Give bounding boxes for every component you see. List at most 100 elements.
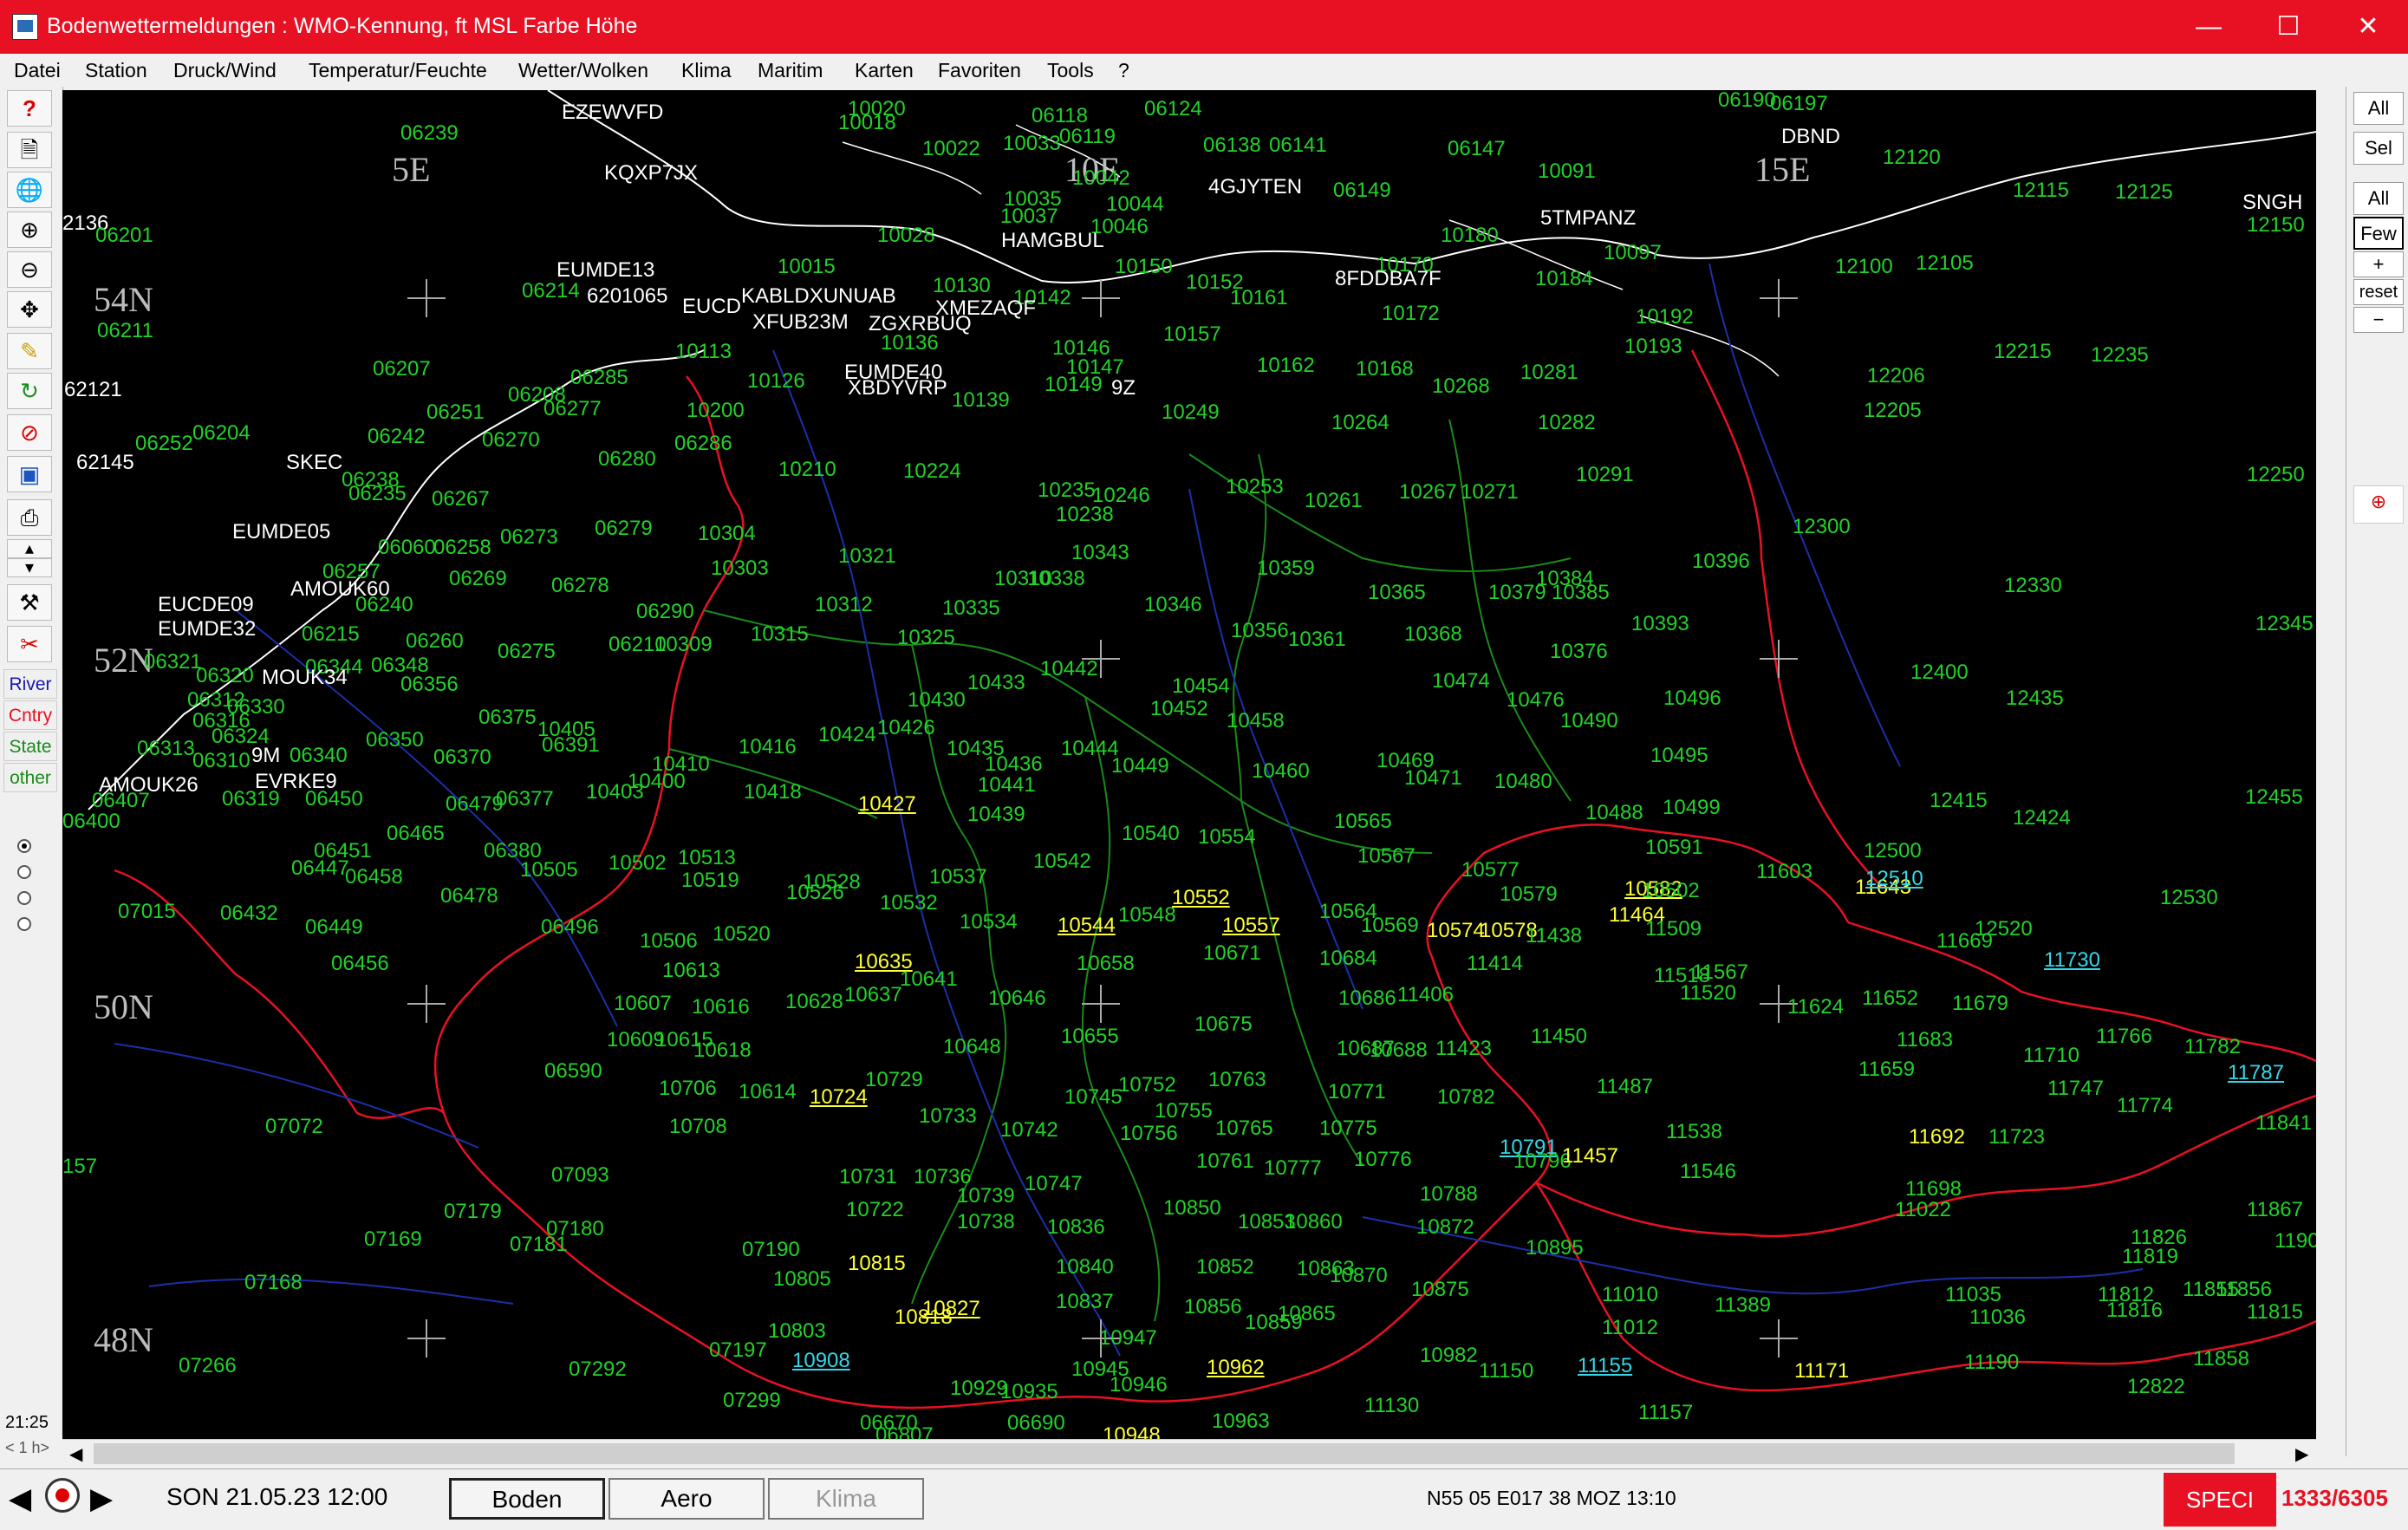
station-label[interactable]: 10471 — [1404, 768, 1462, 789]
station-label[interactable]: 10496 — [1663, 688, 1721, 709]
station-label[interactable]: 11710 — [2023, 1045, 2079, 1066]
tab-klima[interactable]: Klima — [768, 1478, 924, 1520]
next-time-icon[interactable]: ▶ — [90, 1481, 113, 1516]
station-label[interactable]: 10557 — [1222, 915, 1280, 936]
station-label[interactable]: 9Z — [1111, 378, 1136, 399]
station-label[interactable]: XBDYVRP — [848, 378, 947, 399]
radio-option-1[interactable] — [17, 839, 31, 853]
station-label[interactable]: 10346 — [1144, 595, 1202, 615]
station-label[interactable]: 10805 — [773, 1269, 831, 1290]
station-label[interactable]: 10544 — [1058, 915, 1116, 936]
station-label[interactable]: 11457 — [1562, 1146, 1618, 1167]
station-label[interactable]: 10929 — [950, 1378, 1008, 1399]
station-label[interactable]: 06201 — [95, 225, 153, 246]
station-label[interactable]: 12206 — [1867, 366, 1925, 387]
station-label[interactable]: 06313 — [137, 739, 195, 759]
station-label[interactable]: 10763 — [1208, 1070, 1266, 1091]
station-label[interactable]: 10162 — [1257, 355, 1315, 376]
station-label[interactable]: 06275 — [498, 641, 556, 662]
station-label[interactable]: HAMGBUL — [1001, 231, 1104, 251]
pan-icon[interactable]: ✥ — [7, 291, 52, 328]
station-label[interactable]: 07266 — [179, 1356, 237, 1377]
station-label[interactable]: 10474 — [1432, 671, 1490, 692]
station-label[interactable]: 10860 — [1285, 1212, 1343, 1233]
station-label[interactable]: 10565 — [1334, 811, 1392, 832]
station-label[interactable]: 12100 — [1835, 257, 1893, 277]
station-label[interactable]: 11692 — [1909, 1127, 1965, 1148]
station-label[interactable]: 10180 — [1441, 225, 1499, 246]
station-label[interactable]: 11389 — [1715, 1295, 1771, 1316]
refresh-icon[interactable]: ↻ — [7, 373, 52, 409]
station-label[interactable]: 10733 — [919, 1106, 977, 1127]
station-label[interactable]: 10836 — [1047, 1217, 1105, 1238]
station-label[interactable]: 12435 — [2006, 688, 2064, 709]
station-label[interactable]: 10427 — [858, 794, 916, 815]
station-label[interactable]: 10495 — [1650, 745, 1708, 766]
station-label[interactable]: 10261 — [1305, 491, 1363, 511]
station-label[interactable]: 10037 — [1000, 206, 1058, 227]
station-label[interactable]: 10761 — [1196, 1151, 1254, 1172]
station-label[interactable]: 10859 — [1245, 1312, 1303, 1333]
station-label[interactable]: 07093 — [551, 1165, 609, 1186]
station-label[interactable]: 10505 — [520, 860, 578, 881]
station-label[interactable]: 10157 — [1163, 324, 1221, 345]
station-label[interactable]: 07168 — [244, 1273, 303, 1293]
station-label[interactable]: 10739 — [957, 1186, 1015, 1207]
maximize-button[interactable]: ☐ — [2249, 0, 2328, 54]
horizontal-scrollbar[interactable]: ◀ ▶ — [62, 1439, 2316, 1469]
station-label[interactable]: 11010 — [1602, 1285, 1658, 1305]
station-label[interactable]: EUMDE05 — [232, 522, 330, 543]
station-label[interactable]: 06450 — [305, 789, 363, 810]
station-label[interactable]: 11438 — [1526, 926, 1582, 947]
station-label[interactable]: 10747 — [1025, 1174, 1083, 1195]
station-label[interactable]: 10745 — [1064, 1087, 1123, 1108]
station-label[interactable]: 06273 — [500, 527, 558, 548]
station-label[interactable]: 10338 — [1027, 569, 1085, 589]
station-label[interactable]: 8FDDBA7F — [1335, 269, 1442, 290]
station-label[interactable]: 11130 — [1364, 1396, 1419, 1416]
station-label[interactable]: EUCDE09 — [158, 595, 254, 615]
station-label[interactable]: 11624 — [1787, 997, 1844, 1018]
arrow-up-icon[interactable]: ▴ — [7, 539, 52, 558]
time-step[interactable]: < 1 h> — [5, 1439, 49, 1457]
station-label[interactable]: 10569 — [1361, 915, 1419, 936]
station-label[interactable]: 10756 — [1120, 1123, 1178, 1144]
document-icon[interactable]: 🗎 — [7, 132, 52, 168]
station-label[interactable]: 10686 — [1338, 988, 1396, 1009]
station-label[interactable]: 10113 — [675, 342, 732, 362]
menu-klima[interactable]: Klima — [681, 59, 732, 82]
station-label[interactable]: 10291 — [1576, 465, 1634, 485]
station-label[interactable]: 11858 — [2193, 1349, 2249, 1370]
station-label[interactable]: EUCD — [682, 296, 741, 317]
station-label[interactable]: 10548 — [1118, 905, 1176, 926]
station-label[interactable]: 10963 — [1212, 1411, 1270, 1432]
station-label[interactable]: 10776 — [1354, 1149, 1412, 1170]
station-label[interactable]: 10356 — [1231, 621, 1289, 641]
station-label[interactable]: 11652 — [1862, 988, 1918, 1009]
station-label[interactable]: 10722 — [846, 1200, 904, 1221]
station-label[interactable]: 06320 — [196, 666, 254, 687]
station-label[interactable]: 12345 — [2255, 614, 2314, 635]
station-label[interactable]: 11816 — [2106, 1300, 2163, 1321]
station-label[interactable]: 11669 — [1936, 931, 1993, 952]
station-label[interactable]: 4GJYTEN — [1208, 177, 1302, 198]
station-label[interactable]: 10476 — [1507, 690, 1565, 711]
station-label[interactable]: 12400 — [1910, 662, 1969, 683]
station-label[interactable]: 06118 — [1032, 106, 1088, 127]
station-label[interactable]: 10875 — [1411, 1279, 1469, 1300]
station-label[interactable]: 07299 — [723, 1390, 781, 1411]
station-label[interactable]: 10502 — [609, 853, 667, 874]
layer-country-toggle[interactable]: Cntry — [3, 700, 57, 730]
station-label[interactable]: 10818 — [895, 1307, 953, 1328]
stop-icon[interactable]: ⊘ — [7, 414, 52, 451]
station-label[interactable]: 10755 — [1155, 1101, 1213, 1122]
station-label[interactable]: 07169 — [364, 1229, 422, 1250]
station-label[interactable]: 10384 — [1536, 569, 1594, 589]
station-label[interactable]: DBND — [1781, 127, 1840, 147]
station-label[interactable]: 10708 — [669, 1117, 727, 1137]
station-label[interactable]: 07197 — [709, 1340, 767, 1361]
station-label[interactable]: 10837 — [1056, 1292, 1114, 1312]
station-label[interactable]: 06310 — [192, 751, 251, 772]
station-label[interactable]: 07190 — [742, 1240, 800, 1260]
station-label[interactable]: XFUB23M — [752, 312, 849, 333]
